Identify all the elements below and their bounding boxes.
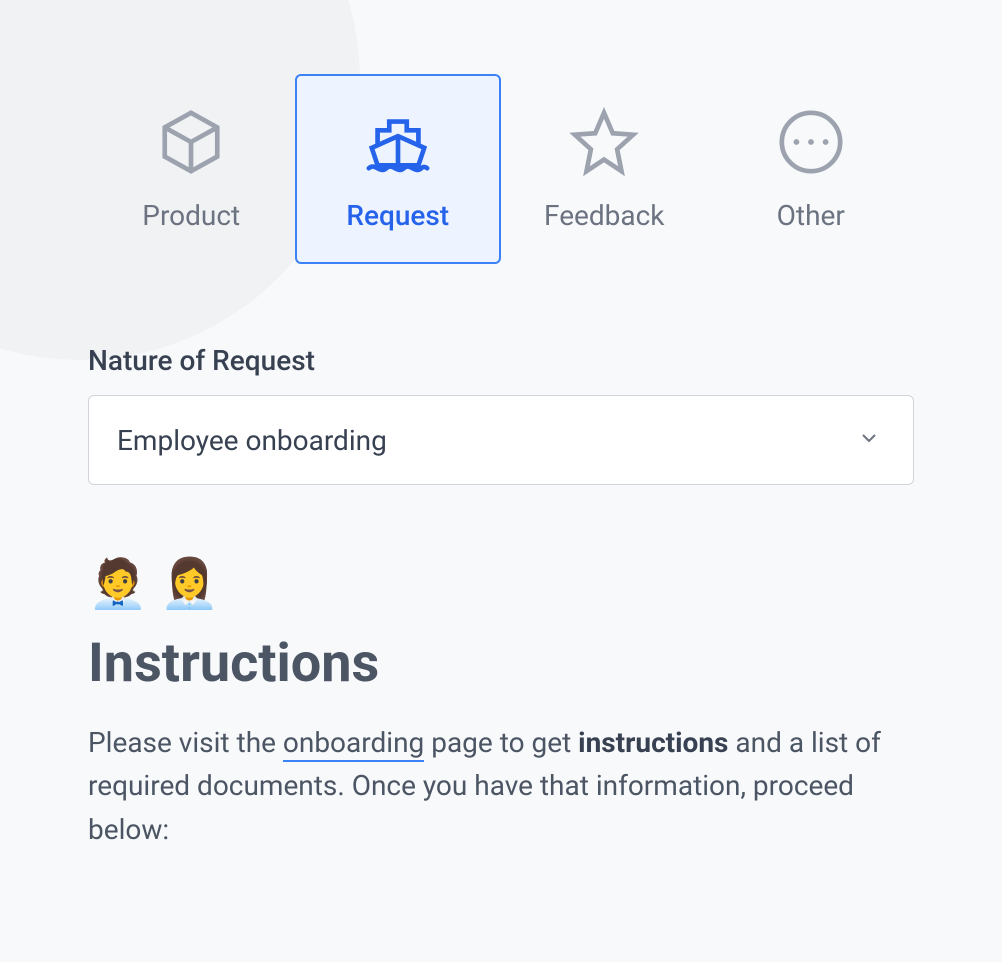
- chevron-down-icon: [857, 426, 881, 454]
- tab-feedback[interactable]: Feedback: [501, 74, 708, 264]
- instructions-heading: Instructions: [88, 632, 914, 695]
- instructions-text-prefix: Please visit the: [88, 726, 283, 759]
- tab-other[interactable]: Other: [708, 74, 915, 264]
- nature-of-request-label: Nature of Request: [88, 344, 914, 377]
- nature-of-request-section: Nature of Request Employee onboarding: [88, 344, 914, 485]
- nature-of-request-select[interactable]: Employee onboarding: [88, 395, 914, 485]
- star-icon: [569, 107, 639, 177]
- tab-product[interactable]: Product: [88, 74, 295, 264]
- instructions-emoji: 🧑‍💼 👩‍💼: [88, 555, 914, 612]
- instructions-text-mid: page to get: [424, 726, 578, 759]
- tab-request-label: Request: [346, 199, 449, 232]
- nature-of-request-value: Employee onboarding: [117, 424, 387, 457]
- main-content: Product Request Feedback Ot: [0, 0, 1002, 851]
- more-icon: [776, 107, 846, 177]
- tab-request[interactable]: Request: [295, 74, 502, 264]
- instructions-body: Please visit the onboarding page to get …: [88, 721, 914, 851]
- category-tabs: Product Request Feedback Ot: [88, 74, 914, 264]
- tab-product-label: Product: [142, 199, 240, 232]
- onboarding-link[interactable]: onboarding: [283, 726, 424, 762]
- tab-feedback-label: Feedback: [544, 199, 664, 232]
- ship-icon: [363, 107, 433, 177]
- cube-icon: [156, 107, 226, 177]
- instructions-section: 🧑‍💼 👩‍💼 Instructions Please visit the on…: [88, 555, 914, 851]
- tab-other-label: Other: [777, 199, 845, 232]
- instructions-text-strong: instructions: [578, 726, 728, 759]
